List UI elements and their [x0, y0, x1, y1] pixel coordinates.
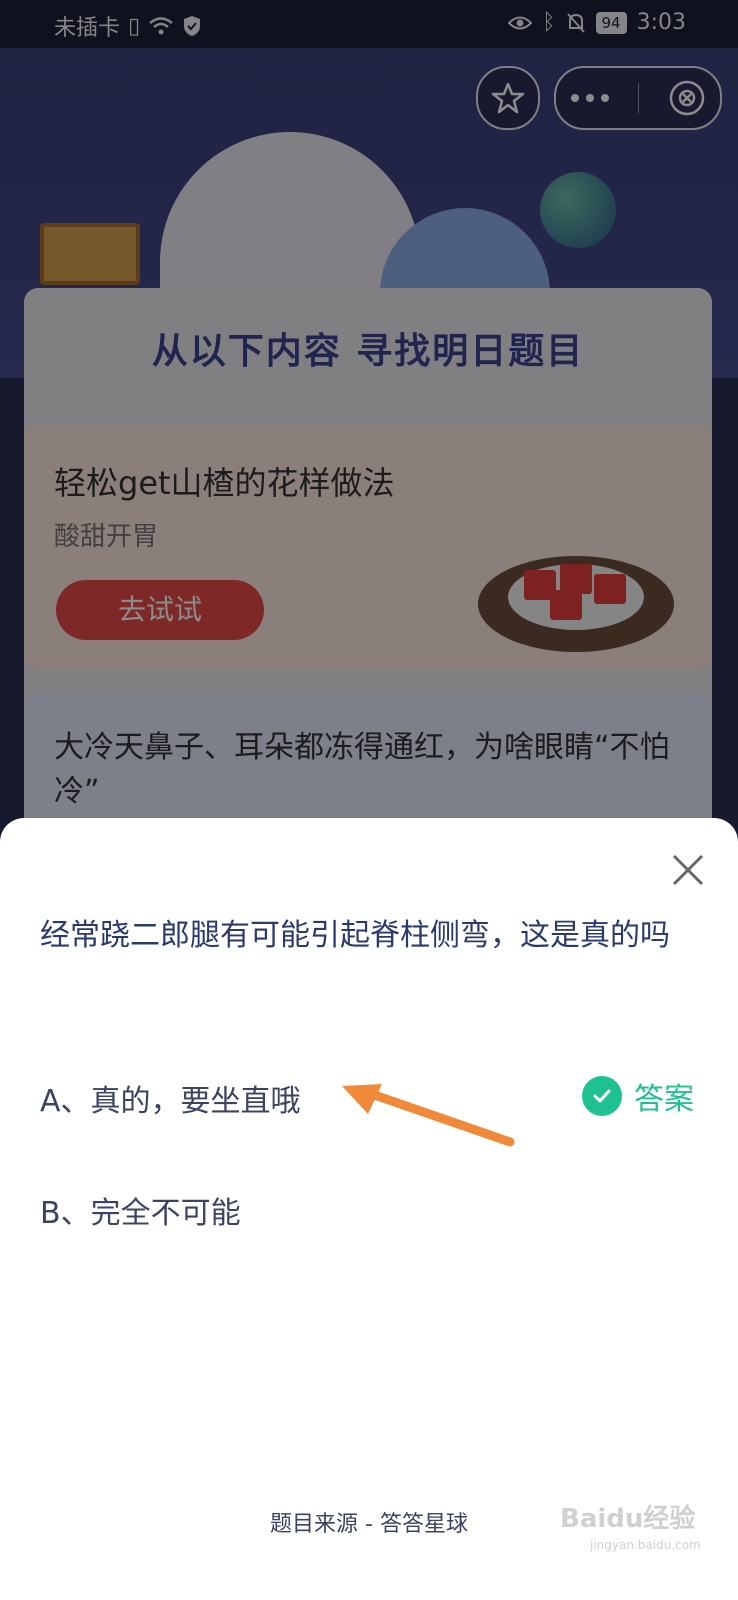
answer-label: 答案 — [634, 1082, 694, 1117]
quiz-question: 经常跷二郎腿有可能引起脊柱侧弯，这是真的吗 — [40, 918, 670, 953]
check-icon — [582, 1076, 622, 1116]
answer-badge: 答案 — [582, 1074, 694, 1118]
baidu-watermark-logo: Baidu经验 — [560, 1504, 696, 1534]
option-b[interactable]: B、完全不可能 — [40, 1188, 241, 1232]
arrow-annotation — [342, 1084, 515, 1147]
close-icon[interactable] — [670, 852, 706, 888]
option-a[interactable]: A、真的，要坐直哦 — [40, 1076, 301, 1120]
baidu-watermark-domain: jingyan.baidu.com — [590, 1538, 701, 1552]
quiz-sheet: 经常跷二郎腿有可能引起脊柱侧弯，这是真的吗 A、真的，要坐直哦 答案 B、完全不… — [0, 818, 738, 1600]
